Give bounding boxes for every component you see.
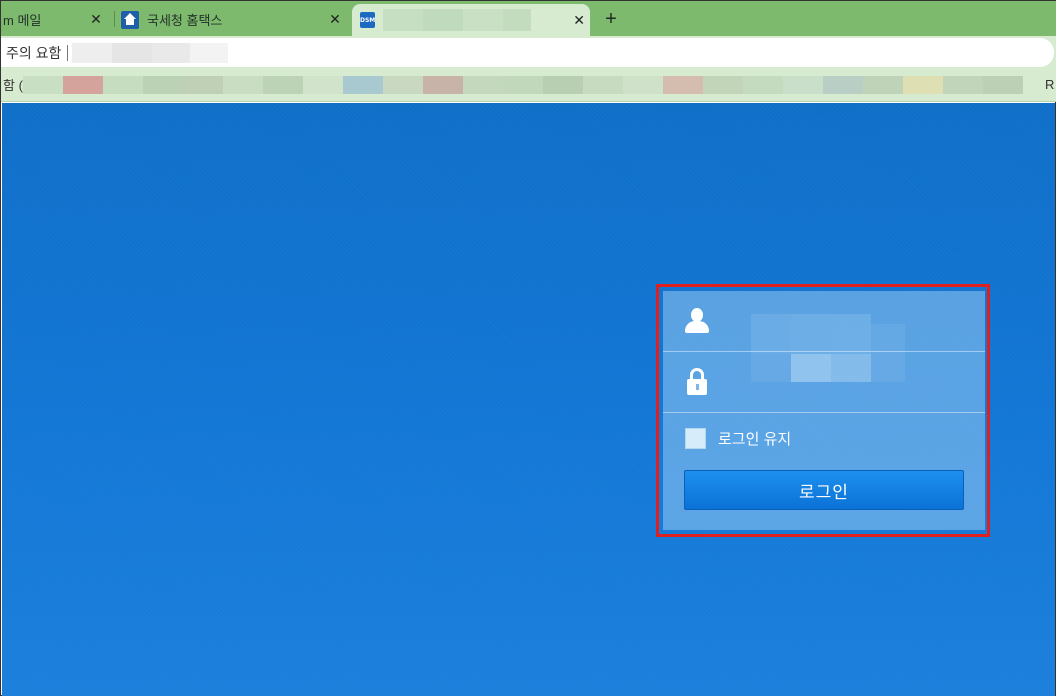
tab-title: m 메일 <box>3 13 42 28</box>
login-panel: 로그인 유지 로그인 <box>663 291 985 530</box>
tab-strip: m 메일 ✕ 국세청 홈택스 ✕ DSM ✕ + <box>1 1 1056 36</box>
bookmark-item[interactable]: R <box>1045 77 1056 92</box>
close-icon[interactable]: ✕ <box>325 10 345 30</box>
tab-title-redacted <box>383 9 532 31</box>
address-bar: 주의 요함 <box>1 36 1056 68</box>
lock-icon <box>685 368 709 396</box>
new-tab-plus-icon[interactable]: + <box>599 7 623 31</box>
remember-me[interactable]: 로그인 유지 <box>685 427 791 449</box>
bookmarks-redacted[interactable] <box>23 75 1023 94</box>
security-warning[interactable]: 주의 요함 <box>6 43 61 63</box>
remember-label[interactable]: 로그인 유지 <box>718 428 791 449</box>
tab-title: 국세청 홈택스 <box>147 13 223 28</box>
hometax-favicon-icon <box>121 10 139 29</box>
tab-dsm[interactable]: DSM ✕ <box>352 4 590 36</box>
remember-checkbox[interactable] <box>685 427 706 449</box>
close-icon[interactable]: ✕ <box>573 10 585 30</box>
password-input[interactable] <box>723 362 973 402</box>
dsm-favicon-icon: DSM <box>360 12 376 28</box>
divider <box>67 44 69 61</box>
omnibox[interactable]: 주의 요함 <box>1 38 1054 67</box>
user-icon <box>685 307 709 335</box>
bookmark-item[interactable]: 함 ( <box>1 75 23 94</box>
username-field[interactable] <box>663 291 985 352</box>
username-input[interactable] <box>723 301 973 341</box>
tab-hometax[interactable]: 국세청 홈택스 ✕ <box>115 3 349 36</box>
close-icon[interactable]: ✕ <box>86 10 106 30</box>
url-redacted[interactable] <box>72 42 229 63</box>
password-field[interactable] <box>663 352 985 413</box>
bookmarks-bar: 함 ( R <box>1 68 1056 102</box>
tab-mail[interactable]: m 메일 ✕ <box>1 3 113 36</box>
login-button[interactable]: 로그인 <box>684 470 964 510</box>
